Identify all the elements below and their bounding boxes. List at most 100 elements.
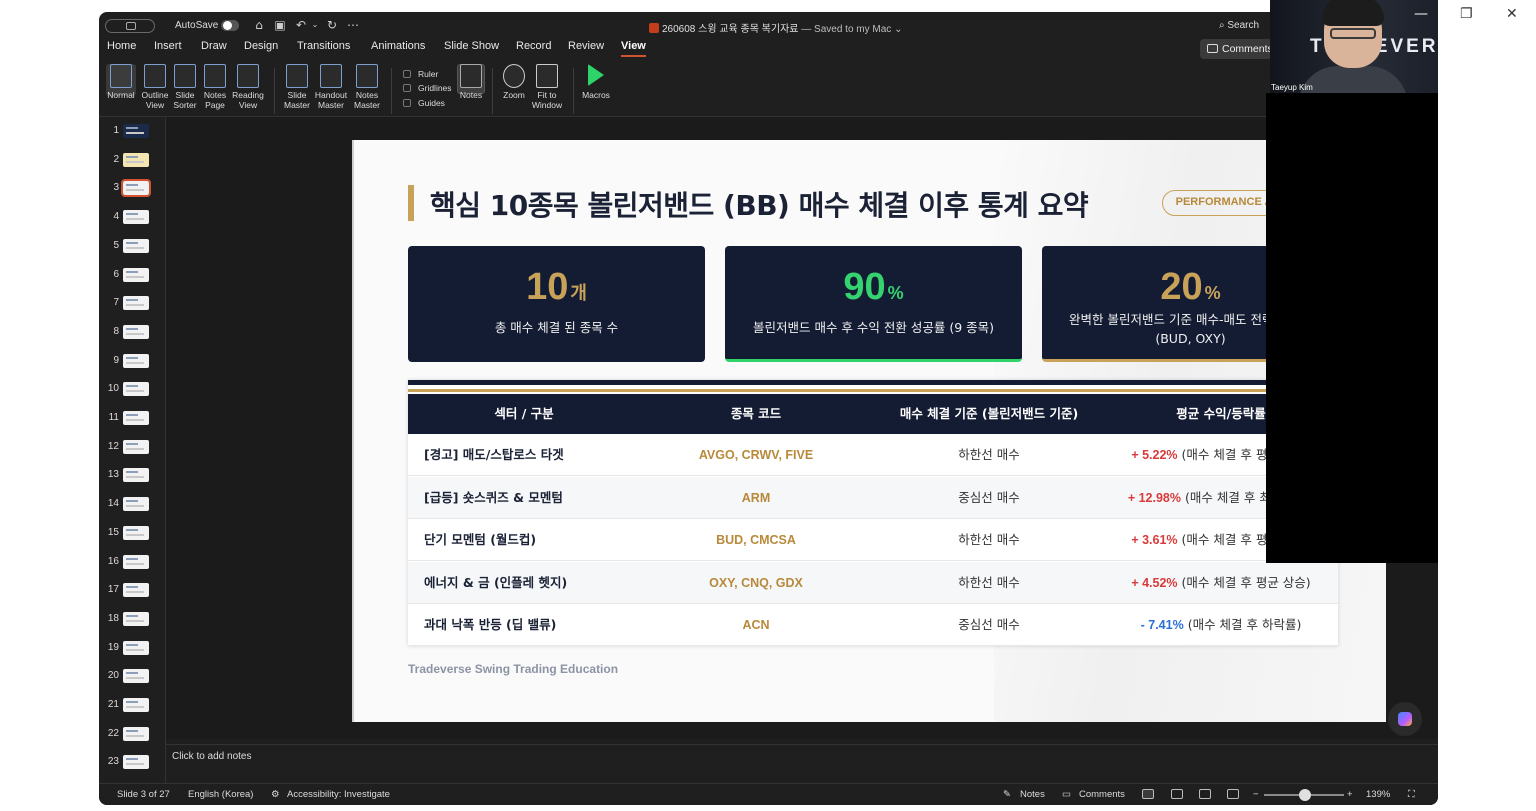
more-icon[interactable]: ⋯	[346, 18, 360, 32]
header-code: 종목 코드	[730, 406, 782, 421]
slide-thumbnail[interactable]: 6	[99, 265, 165, 285]
macros-button[interactable]: Macros	[579, 64, 613, 101]
handout-master-button[interactable]: Handout Master	[314, 64, 348, 110]
table-gold-line	[408, 389, 1338, 392]
sidebar-toggle-button[interactable]	[105, 19, 155, 33]
reading-view-button[interactable]: Reading View	[229, 64, 267, 110]
slide-thumbnail[interactable]: 3	[99, 178, 165, 198]
copilot-icon[interactable]	[1388, 702, 1422, 736]
slide-thumbnail[interactable]: 20	[99, 666, 165, 686]
slide-thumbnail[interactable]: 10	[99, 379, 165, 399]
comments-button[interactable]: Comments	[1200, 39, 1280, 59]
zoom-slider-knob[interactable]	[1299, 789, 1311, 801]
notes-icon[interactable]: ✎	[1003, 789, 1011, 800]
tab-slide-show[interactable]: Slide Show	[444, 40, 499, 52]
slide[interactable]: 핵심 10종목 볼린저밴드 (BB) 매수 체결 이후 통계 요약 PERFOR…	[352, 140, 1386, 722]
slide-thumbnail[interactable]: 19	[99, 638, 165, 658]
tab-design[interactable]: Design	[244, 40, 278, 52]
slide-thumbnail[interactable]: 14	[99, 494, 165, 514]
slide-sorter-status-icon[interactable]	[1171, 789, 1183, 799]
ribbon-divider	[274, 68, 275, 114]
fit-to-window-button[interactable]: Fit to Window	[529, 64, 565, 110]
tab-review[interactable]: Review	[568, 40, 604, 52]
kpi-unit: 개	[570, 283, 587, 303]
kpi-card-success-rate[interactable]: 90% 볼린저밴드 매수 후 수익 전환 성공률 (9 종목)	[725, 246, 1022, 362]
thumbnail-number: 6	[113, 268, 119, 280]
zoom-out-button[interactable]: −	[1253, 789, 1259, 800]
accessibility-icon[interactable]: ⚙	[271, 789, 280, 800]
stats-table[interactable]: 섹터 / 구분 종목 코드 매수 체결 기준 (볼린저밴드 기준) 평균 수익/…	[408, 380, 1338, 646]
fit-slide-icon[interactable]: ⛶	[1408, 789, 1415, 800]
thumbnail-preview	[123, 439, 149, 454]
slide-thumbnail[interactable]: 8	[99, 322, 165, 342]
tab-view[interactable]: View	[621, 40, 646, 57]
slide-thumbnail[interactable]: 7	[99, 293, 165, 313]
slide-thumbnail[interactable]: 17	[99, 580, 165, 600]
home-icon[interactable]: ⌂	[252, 18, 266, 32]
tab-record[interactable]: Record	[516, 40, 551, 52]
slide-thumbnail[interactable]: 16	[99, 552, 165, 572]
slide-thumbnail[interactable]: 12	[99, 437, 165, 457]
status-notes-button[interactable]: Notes	[1020, 789, 1045, 800]
guides-check-icon	[403, 99, 411, 107]
save-icon[interactable]: ▣	[273, 18, 287, 32]
kpi-card-count[interactable]: 10 개 총 매수 체결 된 종목 수	[408, 246, 705, 362]
slide-sorter-button[interactable]: Slide Sorter	[169, 64, 201, 110]
tab-animations[interactable]: Animations	[371, 40, 425, 52]
normal-view-button[interactable]: Normal	[103, 64, 139, 101]
undo-icon[interactable]: ↶	[294, 18, 308, 32]
cell-basis: 중심선 매수	[958, 489, 1020, 505]
slide-thumbnail[interactable]: 13	[99, 465, 165, 485]
tab-draw[interactable]: Draw	[201, 40, 227, 52]
notes-pane[interactable]: Click to add notes	[166, 744, 1438, 782]
status-comments-button[interactable]: Comments	[1079, 789, 1125, 800]
guides-checkbox[interactable]: Guides	[403, 98, 445, 108]
tab-home[interactable]: Home	[107, 40, 136, 52]
slide-title[interactable]: 핵심 10종목 볼린저밴드 (BB) 매수 체결 이후 통계 요약	[408, 184, 1089, 224]
tab-transitions[interactable]: Transitions	[297, 40, 350, 52]
thumbnail-number: 12	[107, 440, 119, 452]
kpi-number: 20	[1160, 266, 1203, 308]
notes-master-button[interactable]: Notes Master	[350, 64, 384, 110]
minimize-icon[interactable]: —	[1414, 6, 1428, 22]
redo-icon[interactable]: ↻	[325, 18, 339, 32]
autosave-toggle[interactable]	[221, 20, 239, 31]
search-box[interactable]: ⌕ Search	[1219, 20, 1259, 31]
zoom-percentage[interactable]: 139%	[1366, 789, 1390, 800]
slide-thumbnail[interactable]: 15	[99, 523, 165, 543]
slide-master-button[interactable]: Slide Master	[281, 64, 313, 110]
notes-page-button[interactable]: Notes Page	[199, 64, 231, 110]
slide-thumbnail[interactable]: 23	[99, 752, 165, 772]
close-icon[interactable]: ✕	[1506, 6, 1518, 22]
notes-toggle-button[interactable]: Notes	[455, 64, 487, 101]
table-row: 과대 낙폭 반등 (딥 밸류) ACN 중심선 매수 - 7.41% (매수 체결 후 …	[408, 604, 1338, 646]
zoom-button[interactable]: Zoom	[499, 64, 529, 101]
comments-icon[interactable]: ▭	[1062, 789, 1071, 800]
slide-thumbnail[interactable]: 9	[99, 351, 165, 371]
slide-thumbnail[interactable]: 11	[99, 408, 165, 428]
gridlines-checkbox[interactable]: Gridlines	[403, 83, 452, 93]
autosave-label: AutoSave	[175, 20, 219, 31]
slideshow-status-icon[interactable]	[1227, 789, 1239, 799]
reading-view-status-icon[interactable]	[1199, 789, 1211, 799]
zoom-in-button[interactable]: +	[1347, 789, 1353, 800]
kpi-label: 볼린저밴드 매수 후 수익 전환 성공률 (9 종목)	[752, 320, 995, 335]
restore-icon[interactable]: ❐	[1460, 6, 1473, 22]
language-indicator[interactable]: English (Korea)	[188, 789, 253, 800]
normal-view-status-icon[interactable]	[1142, 789, 1154, 799]
thumbnail-preview	[123, 267, 149, 282]
outline-view-button[interactable]: Outline View	[137, 64, 173, 110]
slide-thumbnail[interactable]: 5	[99, 236, 165, 256]
kpi-unit: %	[1204, 283, 1221, 303]
slide-thumbnail[interactable]: 18	[99, 609, 165, 629]
slide-thumbnail[interactable]: 2	[99, 150, 165, 170]
accessibility-status[interactable]: Accessibility: Investigate	[287, 789, 390, 800]
slide-thumbnail[interactable]: 21	[99, 695, 165, 715]
undo-dropdown-icon[interactable]: ⌄	[308, 18, 322, 32]
slide-thumbnail[interactable]: 1	[99, 121, 165, 141]
ruler-checkbox[interactable]: Ruler	[403, 69, 438, 79]
document-title[interactable]: 260608 스윙 교육 종목 복기자료 — Saved to my Mac ⌄	[649, 20, 902, 35]
slide-thumbnail[interactable]: 4	[99, 207, 165, 227]
tab-insert[interactable]: Insert	[154, 40, 182, 52]
slide-thumbnail[interactable]: 22	[99, 724, 165, 744]
